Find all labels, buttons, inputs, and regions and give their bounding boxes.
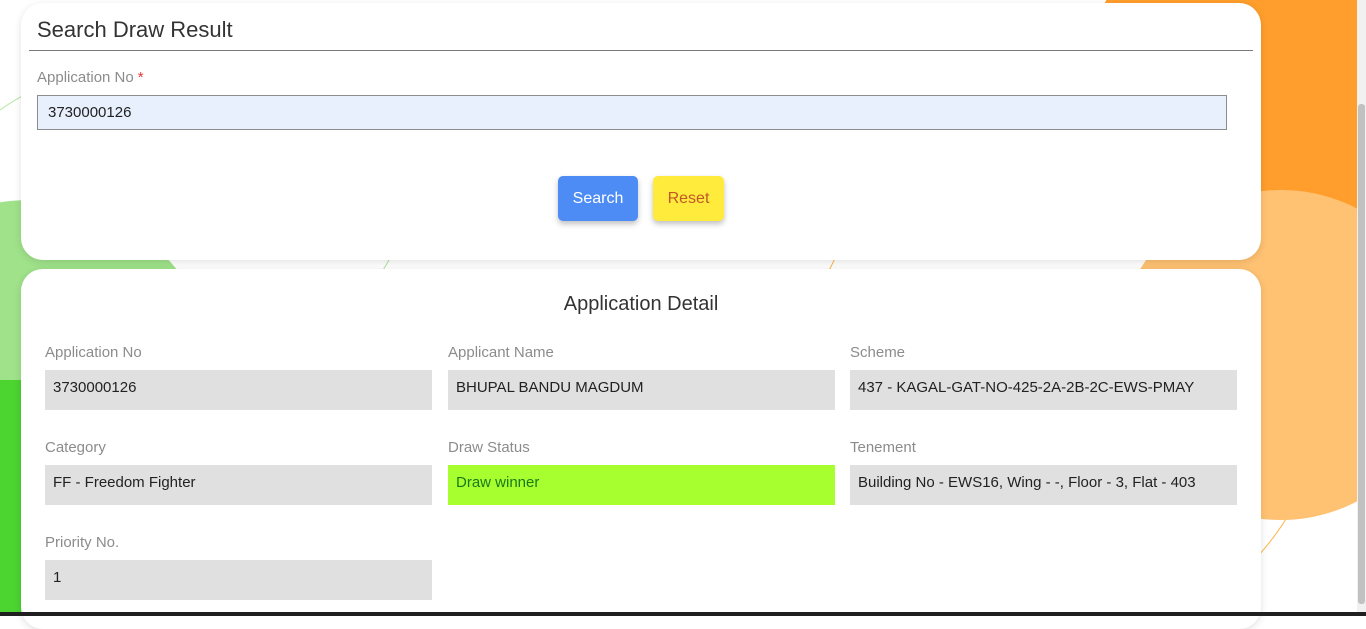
- application-detail-card: Application Detail Application No 373000…: [21, 269, 1261, 629]
- field-application-no: Application No 3730000126: [45, 344, 432, 410]
- field-value: FF - Freedom Fighter: [45, 465, 432, 505]
- field-applicant-name: Applicant Name BHUPAL BANDU MAGDUM: [448, 344, 835, 410]
- field-label: Priority No.: [45, 534, 120, 551]
- field-category: Category FF - Freedom Fighter: [45, 439, 432, 505]
- field-label: Applicant Name: [448, 344, 554, 361]
- application-no-label: Application No *: [37, 69, 144, 86]
- field-value: BHUPAL BANDU MAGDUM: [448, 370, 835, 410]
- field-label: Category: [45, 439, 106, 456]
- title-divider: [29, 50, 1253, 51]
- field-label: Draw Status: [448, 439, 530, 456]
- field-label: Tenement: [850, 439, 916, 456]
- draw-status-badge: Draw winner: [448, 465, 835, 505]
- field-scheme: Scheme 437 - KAGAL-GAT-NO-425-2A-2B-2C-E…: [850, 344, 1237, 410]
- bottom-bar: [0, 612, 1366, 616]
- field-draw-status: Draw Status Draw winner: [448, 439, 835, 505]
- field-value: Building No - EWS16, Wing - -, Floor - 3…: [850, 465, 1237, 505]
- field-value: 437 - KAGAL-GAT-NO-425-2A-2B-2C-EWS-PMAY: [850, 370, 1237, 410]
- vertical-scrollbar[interactable]: [1357, 0, 1366, 616]
- required-marker: *: [137, 69, 144, 86]
- field-label: Application No: [45, 344, 142, 361]
- field-value: 3730000126: [45, 370, 432, 410]
- field-tenement: Tenement Building No - EWS16, Wing - -, …: [850, 439, 1237, 505]
- search-button[interactable]: Search: [558, 176, 638, 221]
- reset-button[interactable]: Reset: [653, 176, 724, 221]
- field-priority-no: Priority No. 1: [45, 534, 432, 600]
- field-label: Scheme: [850, 344, 906, 361]
- detail-title: Application Detail: [563, 293, 719, 315]
- field-value: 1: [45, 560, 432, 600]
- application-no-input[interactable]: [37, 95, 1227, 130]
- scrollbar-thumb[interactable]: [1358, 104, 1365, 604]
- application-no-label-text: Application No: [37, 69, 134, 86]
- search-card: Search Draw Result Application No* Searc…: [21, 3, 1261, 260]
- page-title: Search Draw Result: [37, 17, 233, 42]
